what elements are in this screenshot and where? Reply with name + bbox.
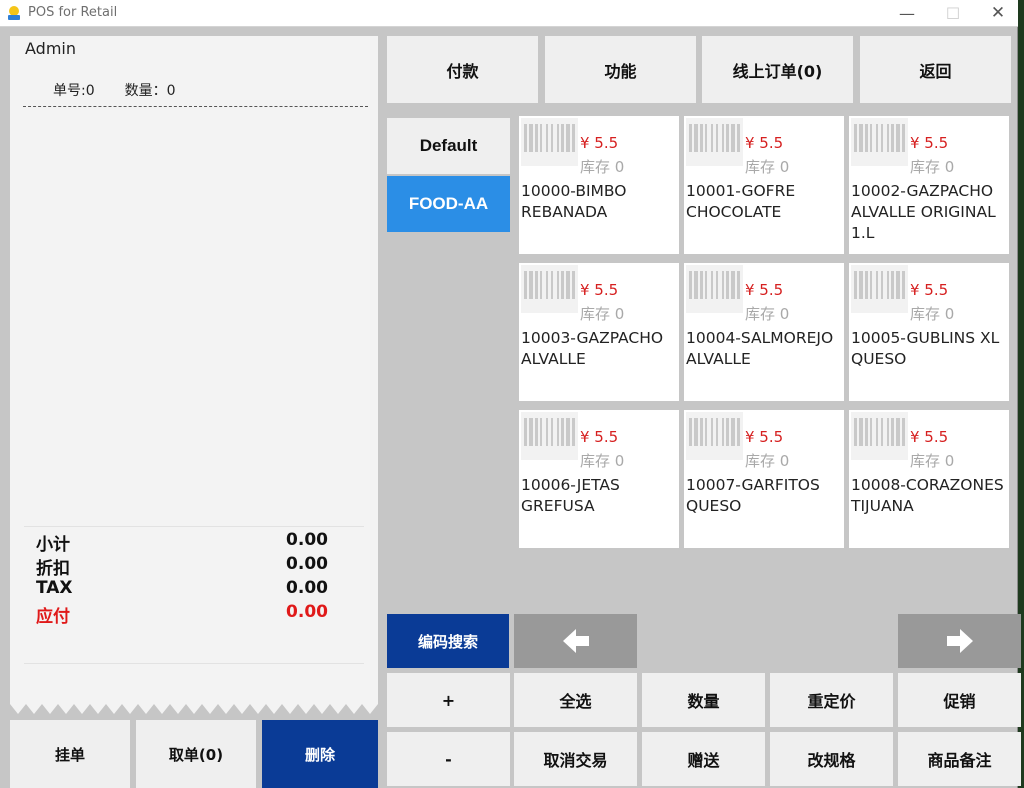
- maximize-button[interactable]: ☐: [930, 0, 976, 27]
- arrow-right-icon: [946, 629, 973, 653]
- cashier-name: Admin: [25, 39, 76, 58]
- promotion-button[interactable]: 促销: [898, 673, 1021, 727]
- minimize-button[interactable]: —: [884, 0, 930, 27]
- summary-bottom-divider: [24, 663, 364, 664]
- product-stock: 库存 0: [745, 158, 790, 176]
- discount-value: 0.00: [286, 554, 328, 574]
- product-card[interactable]: ¥ 5.5 库存 0 10005-GUBLINS XL QUESO: [849, 263, 1009, 401]
- product-name: 10002-GAZPACHO ALVALLE ORIGINAL 1.L: [851, 182, 996, 242]
- product-price: ¥ 5.5: [580, 281, 619, 299]
- next-page-button[interactable]: [898, 614, 1021, 668]
- barcode-icon: [686, 412, 743, 460]
- product-stock: 库存 0: [580, 158, 625, 176]
- title-bar: POS for Retail — ☐ ✕: [0, 0, 1018, 27]
- subtotal-row: 小计 0.00: [36, 530, 328, 555]
- product-price: ¥ 5.5: [580, 134, 619, 152]
- gift-button[interactable]: 赠送: [642, 732, 765, 786]
- tax-row: TAX 0.00: [36, 578, 328, 602]
- product-card[interactable]: ¥ 5.5 库存 0 10000-BIMBO REBANADA: [519, 116, 679, 254]
- online-orders-button[interactable]: 线上订单(0): [702, 36, 853, 103]
- retrieve-order-button[interactable]: 取单(0): [136, 720, 256, 788]
- hold-order-button[interactable]: 挂单: [10, 720, 130, 788]
- quantity-button[interactable]: 数量: [642, 673, 765, 727]
- product-name: 10007-GARFITOS QUESO: [686, 476, 820, 515]
- product-card[interactable]: ¥ 5.5 库存 0 10004-SALMOREJO ALVALLE: [684, 263, 844, 401]
- product-card[interactable]: ¥ 5.5 库存 0 10001-GOFRE CHOCOLATE: [684, 116, 844, 254]
- functions-button[interactable]: 功能: [545, 36, 696, 103]
- amount-due-value: 0.00: [286, 602, 328, 622]
- cancel-transaction-button[interactable]: 取消交易: [514, 732, 637, 786]
- barcode-icon: [851, 412, 908, 460]
- barcode-icon: [686, 118, 743, 166]
- product-card[interactable]: ¥ 5.5 库存 0 10008-CORAZONES TIJUANA: [849, 410, 1009, 548]
- select-all-button[interactable]: 全选: [514, 673, 637, 727]
- pay-button[interactable]: 付款: [387, 36, 538, 103]
- amount-due-row: 应付 0.00: [36, 602, 328, 627]
- reprice-button[interactable]: 重定价: [770, 673, 893, 727]
- product-name: 10005-GUBLINS XL QUESO: [851, 329, 1000, 368]
- barcode-icon: [521, 412, 578, 460]
- product-stock: 库存 0: [580, 305, 625, 323]
- discount-label: 折扣: [36, 559, 70, 579]
- receipt-torn-edge: [10, 698, 378, 714]
- item-note-button[interactable]: 商品备注: [898, 732, 1021, 786]
- product-price: ¥ 5.5: [745, 428, 784, 446]
- product-price: ¥ 5.5: [910, 428, 949, 446]
- product-name: 10003-GAZPACHO ALVALLE: [521, 329, 664, 368]
- receipt-divider: [23, 106, 368, 107]
- decrease-button[interactable]: -: [387, 732, 510, 786]
- barcode-icon: [521, 265, 578, 313]
- tax-value: 0.00: [286, 578, 328, 598]
- barcode-icon: [686, 265, 743, 313]
- product-card[interactable]: ¥ 5.5 库存 0 10002-GAZPACHO ALVALLE ORIGINAL…: [849, 116, 1009, 254]
- product-stock: 库存 0: [910, 452, 955, 470]
- order-items-list[interactable]: [23, 108, 368, 524]
- product-card[interactable]: ¥ 5.5 库存 0 10003-GAZPACHO ALVALLE: [519, 263, 679, 401]
- product-card[interactable]: ¥ 5.5 库存 0 10007-GARFITOS QUESO: [684, 410, 844, 548]
- product-stock: 库存 0: [745, 452, 790, 470]
- subtotal-value: 0.00: [286, 530, 328, 550]
- amount-due-label: 应付: [36, 607, 70, 627]
- barcode-icon: [521, 118, 578, 166]
- product-stock: 库存 0: [910, 158, 955, 176]
- order-quantity: 数量：0: [124, 83, 176, 99]
- receipt-panel: Admin 单号:0 数量：0 小计 0.00 折扣 0.00 TAX 0.00 …: [10, 36, 378, 704]
- product-stock: 库存 0: [580, 452, 625, 470]
- product-name: 10001-GOFRE CHOCOLATE: [686, 182, 796, 221]
- previous-page-button[interactable]: [514, 614, 637, 668]
- product-price: ¥ 5.5: [745, 281, 784, 299]
- product-name: 10004-SALMOREJO ALVALLE: [686, 329, 834, 368]
- back-button[interactable]: 返回: [860, 36, 1011, 103]
- code-search-button[interactable]: 编码搜索: [387, 614, 509, 668]
- discount-row: 折扣 0.00: [36, 554, 328, 579]
- product-price: ¥ 5.5: [580, 428, 619, 446]
- product-stock: 库存 0: [910, 305, 955, 323]
- app-logo-icon: [8, 6, 20, 20]
- product-price: ¥ 5.5: [745, 134, 784, 152]
- product-stock: 库存 0: [745, 305, 790, 323]
- change-spec-button[interactable]: 改规格: [770, 732, 893, 786]
- barcode-icon: [851, 265, 908, 313]
- product-price: ¥ 5.5: [910, 281, 949, 299]
- window-title: POS for Retail: [28, 5, 118, 20]
- product-name: 10008-CORAZONES TIJUANA: [851, 476, 1004, 515]
- arrow-left-icon: [562, 629, 589, 653]
- summary-divider: [24, 526, 364, 527]
- product-card[interactable]: ¥ 5.5 库存 0 10006-JETAS GREFUSA: [519, 410, 679, 548]
- product-price: ¥ 5.5: [910, 134, 949, 152]
- subtotal-label: 小计: [36, 535, 70, 555]
- category-default[interactable]: Default: [387, 118, 510, 174]
- increase-button[interactable]: +: [387, 673, 510, 727]
- barcode-icon: [851, 118, 908, 166]
- pos-window: POS for Retail — ☐ ✕ Admin 单号:0 数量：0 小计 0…: [0, 0, 1021, 788]
- tax-label: TAX: [36, 578, 73, 598]
- order-number: 单号:0: [53, 83, 95, 99]
- product-name: 10006-JETAS GREFUSA: [521, 476, 620, 515]
- delete-button[interactable]: 删除: [262, 720, 378, 788]
- category-food-aa[interactable]: FOOD-AA: [387, 176, 510, 232]
- close-button[interactable]: ✕: [975, 0, 1021, 27]
- order-info: 单号:0 数量：0: [53, 80, 206, 100]
- product-name: 10000-BIMBO REBANADA: [521, 182, 627, 221]
